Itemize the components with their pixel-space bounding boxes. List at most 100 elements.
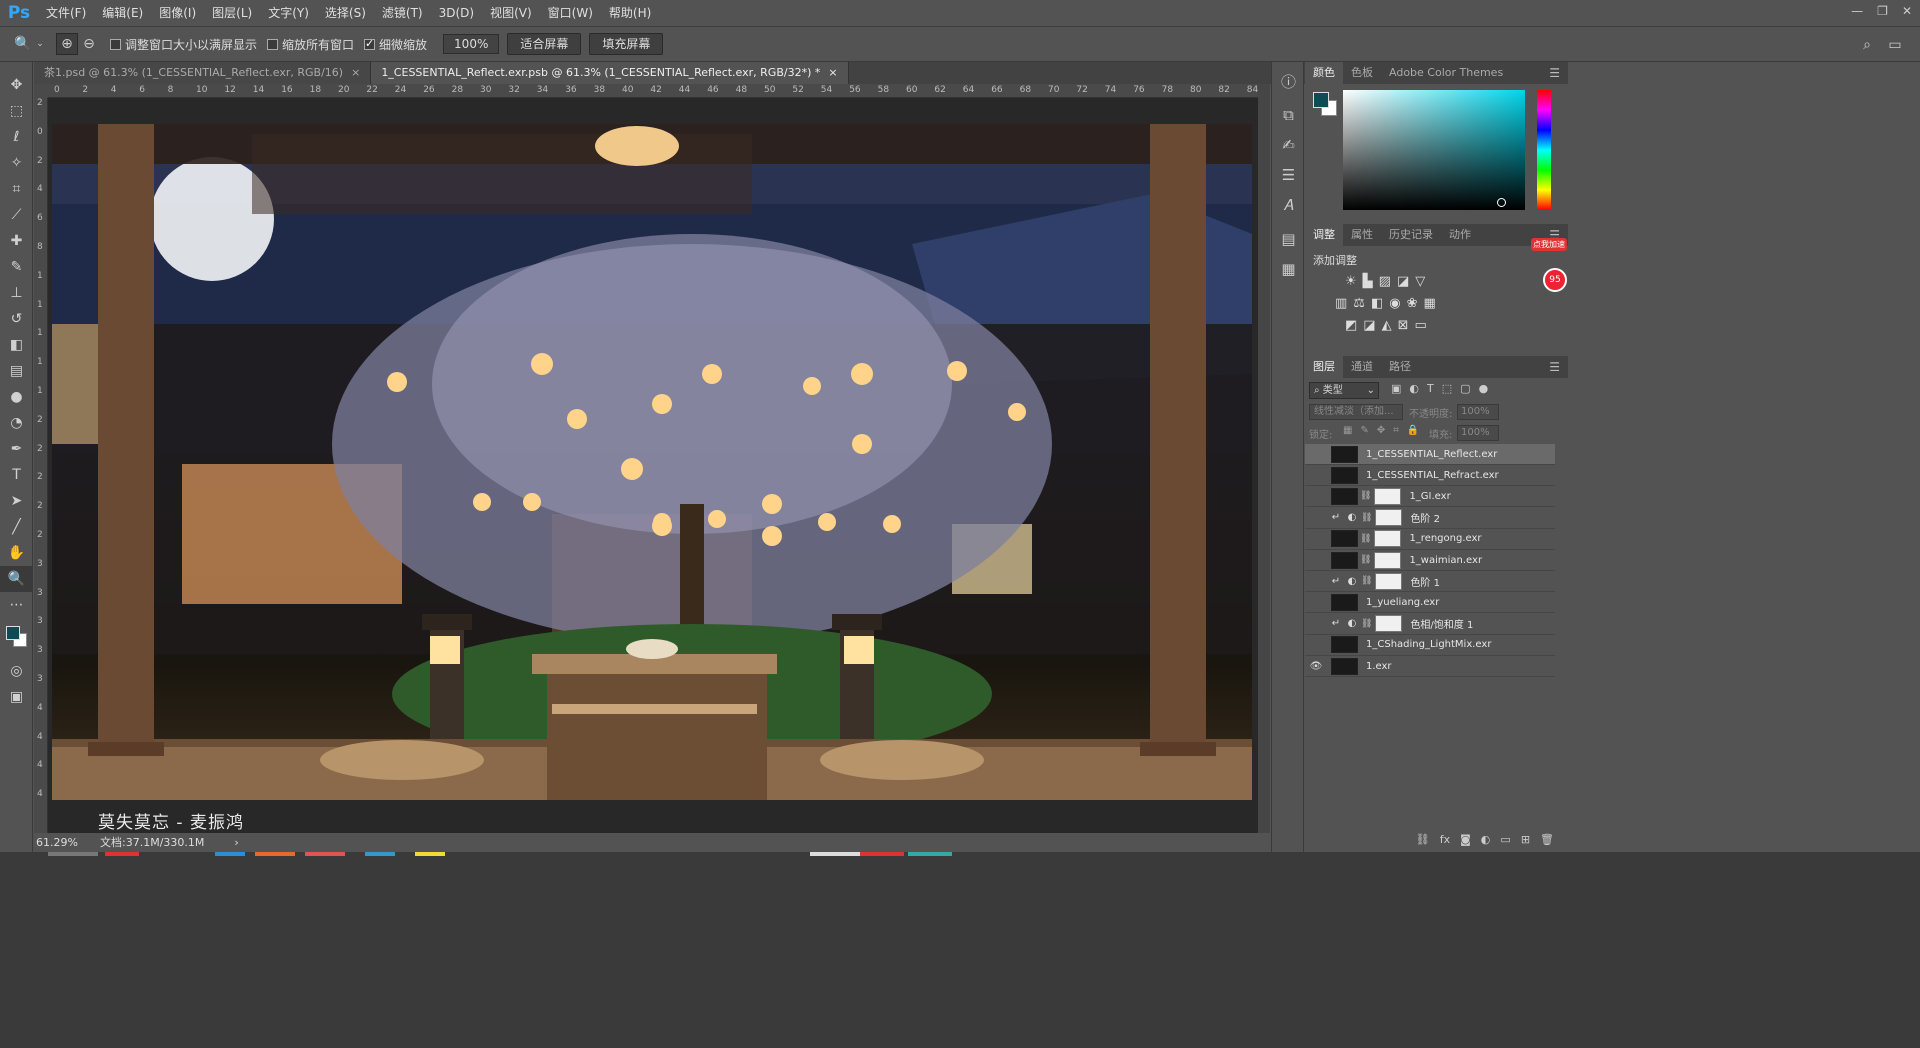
adjustments-panel-tab[interactable]: 动作 (1441, 224, 1479, 246)
layer-row[interactable]: 1_CESSENTIAL_Refract.exr (1305, 465, 1555, 487)
layer-mask-thumbnail[interactable] (1375, 572, 1403, 590)
layer-mask-thumbnail[interactable] (1374, 530, 1402, 548)
menu-item[interactable]: 文件(F) (38, 0, 94, 26)
document-tab[interactable]: 茶1.psd @ 61.3% (1_CESSENTIAL_Reflect.exr… (34, 62, 372, 84)
selective-color-icon[interactable]: ⊠ (1398, 318, 1409, 333)
menu-item[interactable]: 图层(L) (204, 0, 260, 26)
lock-transparency-icon[interactable]: ▦ (1343, 425, 1352, 436)
hand-tool-icon[interactable]: ✋ (0, 540, 33, 566)
shape-filter-icon[interactable]: ⬚ (1442, 382, 1452, 395)
layer-row[interactable]: ⛓ 1_waimian.exr (1305, 550, 1555, 571)
scrubby-zoom-checkbox[interactable]: 细微缩放 (364, 36, 427, 53)
panel-menu-icon[interactable]: ☰ (1549, 360, 1560, 374)
menu-item[interactable]: 视图(V) (482, 0, 540, 26)
layer-name[interactable]: 1_CESSENTIAL_Reflect.exr (1366, 449, 1497, 460)
restore-icon[interactable]: ❐ (1877, 4, 1888, 18)
layer-mask-thumbnail[interactable] (1375, 615, 1403, 633)
promo-badge[interactable]: 点我加速 95 (1531, 238, 1567, 308)
status-menu-arrow[interactable]: › (234, 836, 238, 849)
notes-icon[interactable]: ▦ (1272, 254, 1305, 284)
blur-tool-icon[interactable]: ● (0, 384, 33, 410)
gradient-tool-icon[interactable]: ▤ (0, 358, 33, 384)
gradient-map-icon[interactable]: ▭ (1415, 318, 1427, 333)
character-icon[interactable]: 𝐴 (1272, 190, 1305, 220)
color-panel-tab[interactable]: 色板 (1343, 62, 1381, 84)
eyedropper-tool-icon[interactable]: ⟋ (0, 202, 33, 228)
color-swatches[interactable] (0, 618, 32, 658)
line-tool-icon[interactable]: ╱ (0, 514, 33, 540)
color-field[interactable] (1343, 90, 1525, 210)
layers-panel-tab[interactable]: 图层 (1305, 356, 1343, 378)
color-lookup-icon[interactable]: ▦ (1424, 296, 1436, 311)
vibrance-icon[interactable]: ▽ (1415, 274, 1425, 289)
mask-link-icon[interactable]: ⛓ (1360, 555, 1371, 565)
resize-windows-checkbox[interactable]: 调整窗口大小以满屏显示 (110, 36, 257, 53)
brush-presets-icon[interactable]: ✍ (1272, 130, 1305, 160)
type-filter-icon[interactable]: T (1427, 382, 1434, 395)
layer-name[interactable]: 色相/饱和度 1 (1410, 616, 1473, 631)
hue-saturation-icon[interactable]: ▥ (1335, 296, 1347, 311)
link-layers-icon[interactable]: ⛓ (1416, 833, 1430, 846)
stamp-tool-icon[interactable]: ⊥ (0, 280, 33, 306)
layer-row[interactable]: 👁 1.exr (1305, 656, 1555, 677)
color-picker-handle[interactable] (1497, 198, 1506, 207)
levels-icon[interactable]: ▙ (1363, 274, 1373, 289)
pen-tool-icon[interactable]: ✒ (0, 436, 33, 462)
layer-style-icon[interactable]: fx (1440, 833, 1450, 846)
layer-mask-thumbnail[interactable] (1374, 487, 1402, 505)
layer-row[interactable]: 1_CShading_LightMix.exr (1305, 635, 1555, 656)
smart-filter-icon[interactable]: ▢ (1460, 382, 1470, 395)
layer-name[interactable]: 色阶 2 (1410, 510, 1440, 525)
adjustments-panel-tab[interactable]: 属性 (1343, 224, 1381, 246)
fill-field[interactable]: 100% (1457, 425, 1499, 441)
document-image[interactable] (52, 124, 1252, 800)
workspace-icon[interactable]: ▭ (1884, 34, 1906, 56)
delete-layer-icon[interactable]: 🗑 (1540, 833, 1554, 846)
eraser-tool-icon[interactable]: ◧ (0, 332, 33, 358)
navigator-icon[interactable]: ⧉ (1272, 100, 1305, 130)
layer-name[interactable]: 色阶 1 (1410, 574, 1440, 589)
zoom-tool-icon[interactable]: 🔍 (0, 566, 33, 592)
vertical-scrollbar[interactable] (1258, 84, 1270, 833)
layer-row[interactable]: 1_yueliang.exr (1305, 592, 1555, 614)
layer-thumbnail[interactable] (1331, 636, 1358, 654)
layer-name[interactable]: 1_waimian.exr (1409, 555, 1482, 566)
layer-thumbnail[interactable] (1331, 466, 1358, 484)
photo-filter-icon[interactable]: ◉ (1389, 296, 1400, 311)
foreground-color-swatch[interactable] (1313, 92, 1329, 108)
add-mask-icon[interactable]: ◙ (1460, 833, 1471, 846)
layer-filter-select[interactable]: ⌕ 类型 ⌄ (1309, 382, 1379, 399)
visibility-eye-icon[interactable]: 👁 (1305, 661, 1327, 672)
layer-name[interactable]: 1_yueliang.exr (1366, 597, 1439, 608)
menu-item[interactable]: 编辑(E) (94, 0, 151, 26)
layer-thumbnail[interactable] (1331, 657, 1358, 675)
more-tools-icon[interactable]: ⋯ (0, 592, 33, 618)
threshold-icon[interactable]: ◭ (1382, 318, 1392, 333)
brush-tool-icon[interactable]: ✎ (0, 254, 33, 280)
close-icon[interactable]: ✕ (1902, 4, 1912, 18)
healing-brush-tool-icon[interactable]: ✚ (0, 228, 33, 254)
adjustment-filter-icon[interactable]: ◐ (1409, 382, 1419, 395)
mask-link-icon[interactable]: ⛓ (1361, 513, 1372, 523)
path-selection-tool-icon[interactable]: ➤ (0, 488, 33, 514)
move-tool-icon[interactable]: ✥ (0, 72, 33, 98)
color-panel-tab[interactable]: 颜色 (1305, 62, 1343, 84)
layer-thumbnail[interactable] (1331, 551, 1358, 569)
zoom-in-icon[interactable]: ⊕ (56, 33, 78, 55)
layer-row[interactable]: ⛓ 1_rengong.exr (1305, 529, 1555, 550)
menu-item[interactable]: 图像(I) (151, 0, 204, 26)
info-icon[interactable]: ⓘ (1272, 66, 1305, 96)
hue-slider[interactable] (1537, 90, 1551, 210)
pixel-filter-icon[interactable]: ▣ (1391, 382, 1401, 395)
close-tab-icon[interactable]: × (828, 62, 837, 84)
dodge-tool-icon[interactable]: ◔ (0, 410, 33, 436)
mask-link-icon[interactable]: ⛓ (1361, 576, 1372, 586)
opacity-field[interactable]: 100% (1457, 404, 1499, 420)
layer-thumbnail[interactable] (1331, 445, 1358, 463)
layer-row[interactable]: ↵ ◐ ⛓ 色阶 1 (1305, 571, 1555, 593)
layer-row[interactable]: ↵ ◐ ⛓ 色相/饱和度 1 (1305, 614, 1555, 635)
new-group-icon[interactable]: ▭ (1500, 833, 1510, 846)
lock-artboard-icon[interactable]: ⌗ (1393, 425, 1399, 436)
canvas-area[interactable] (48, 98, 1258, 833)
menu-item[interactable]: 3D(D) (431, 0, 482, 26)
